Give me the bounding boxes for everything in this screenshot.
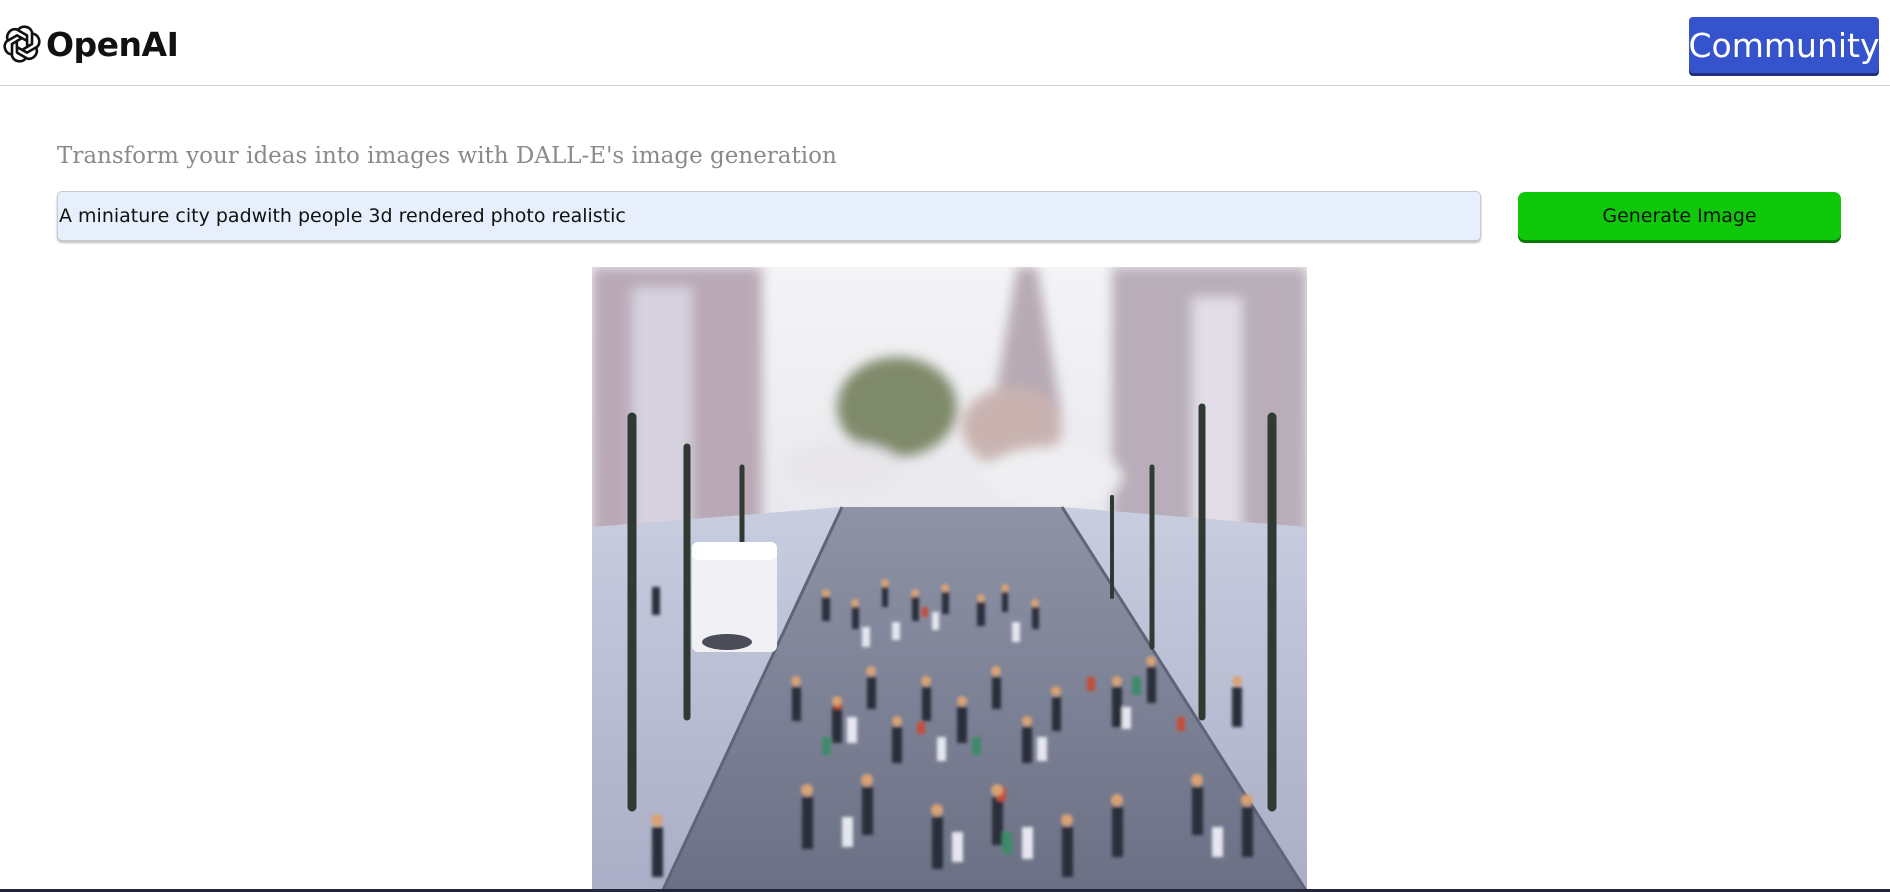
top-header: OpenAI Community [0,0,1890,86]
community-button[interactable]: Community [1689,17,1880,73]
openai-logo[interactable]: OpenAI [0,20,179,68]
brand-name: OpenAI [46,24,179,64]
prompt-input[interactable] [57,191,1481,241]
page-subtitle: Transform your ideas into images with DA… [57,143,837,169]
openai-knot-icon [3,25,41,63]
generated-image-art [592,267,1307,892]
generated-image [592,267,1307,892]
generate-image-button[interactable]: Generate Image [1518,192,1841,240]
